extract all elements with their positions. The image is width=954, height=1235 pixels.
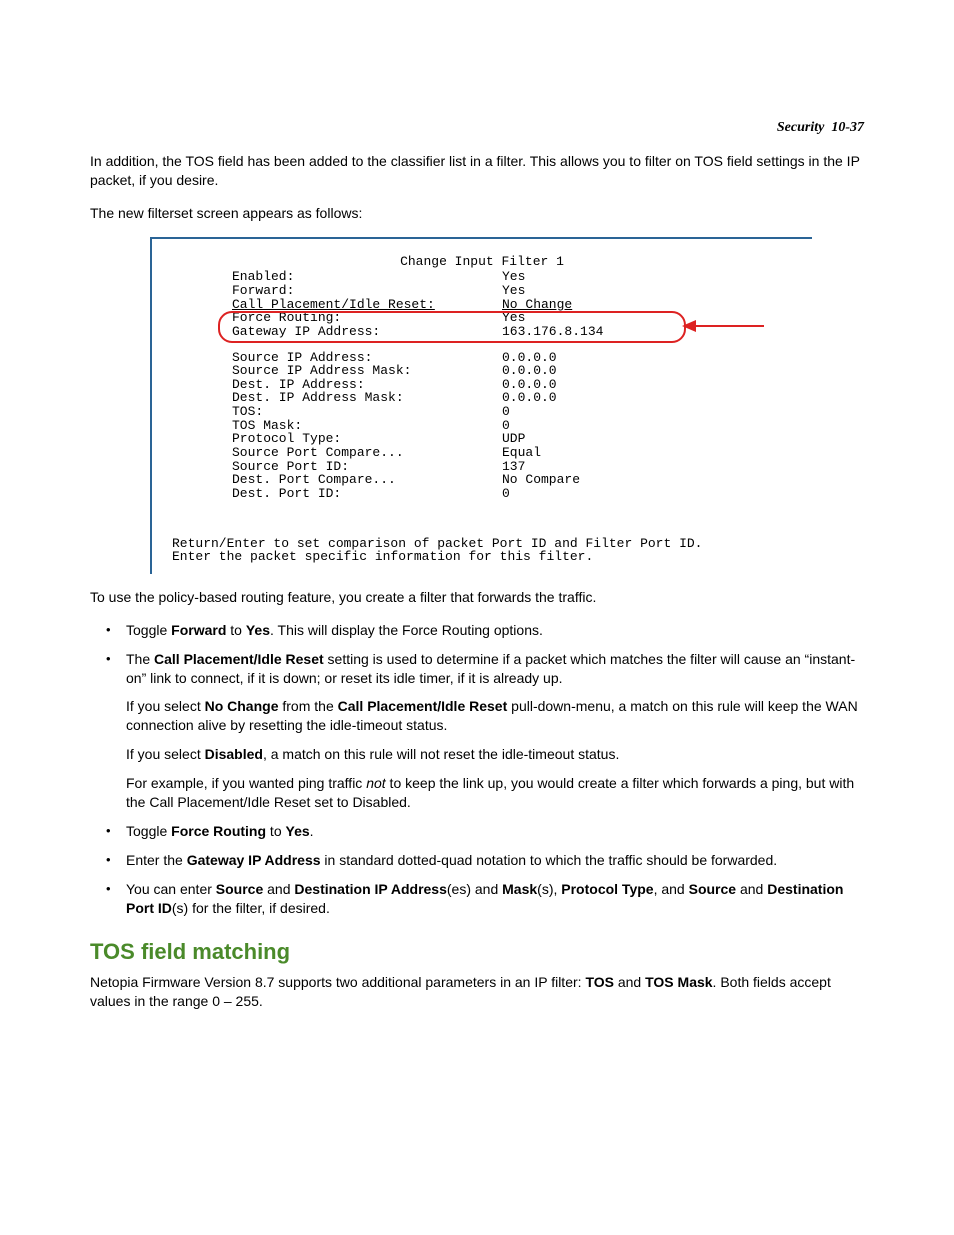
terminal-row: Protocol Type:UDP <box>162 432 802 446</box>
terminal-field-value: 0 <box>502 487 510 501</box>
terminal-row: Source IP Address:0.0.0.0 <box>162 351 802 365</box>
page-header: Security 10-37 <box>90 120 864 136</box>
terminal-field-label: Source IP Address: <box>232 351 502 365</box>
sub-example: For example, if you wanted ping traffic … <box>126 774 864 812</box>
terminal-field-value: 0.0.0.0 <box>502 378 557 392</box>
terminal-row: Dest. IP Address Mask:0.0.0.0 <box>162 391 802 405</box>
terminal-row: TOS:0 <box>162 405 802 419</box>
sub-disabled: If you select Disabled, a match on this … <box>126 745 864 764</box>
terminal-row: Source Port Compare...Equal <box>162 446 802 460</box>
terminal-field-value: Yes <box>502 284 525 298</box>
terminal-row: Dest. Port ID:0 <box>162 487 802 501</box>
terminal-field-label: Enabled: <box>232 270 502 284</box>
bullet-force-routing: Toggle Force Routing to Yes. <box>90 822 864 841</box>
terminal-field-label: Forward: <box>232 284 502 298</box>
terminal-field-label: Source Port ID: <box>232 460 502 474</box>
terminal-screen: Change Input Filter 1 Enabled:YesForward… <box>150 237 812 574</box>
terminal-field-value: 0 <box>502 419 510 433</box>
intro-paragraph-2: The new filterset screen appears as foll… <box>90 204 864 223</box>
bullet-list-1: Toggle Forward to Yes. This will display… <box>90 621 864 918</box>
terminal-field-value: 0 <box>502 405 510 419</box>
terminal-field-value: UDP <box>502 432 525 446</box>
terminal-field-value: 163.176.8.134 <box>502 325 603 339</box>
terminal-field-label: Force Routing: <box>232 311 502 325</box>
terminal-row: Dest. Port Compare...No Compare <box>162 473 802 487</box>
terminal-field-value: No Change <box>502 298 572 312</box>
terminal-field-label: TOS Mask: <box>232 419 502 433</box>
section-tos-paragraph: Netopia Firmware Version 8.7 supports tw… <box>90 973 864 1011</box>
terminal-field-label: Call Placement/Idle Reset: <box>232 298 502 312</box>
terminal-field-value: Yes <box>502 311 525 325</box>
sub-no-change: If you select No Change from the Call Pl… <box>126 697 864 735</box>
bullet-forward: Toggle Forward to Yes. This will display… <box>90 621 864 640</box>
terminal-row: Source IP Address Mask:0.0.0.0 <box>162 364 802 378</box>
terminal-field-value: No Compare <box>502 473 580 487</box>
bullet-source-dest: You can enter Source and Destination IP … <box>90 880 864 918</box>
terminal-field-value: 0.0.0.0 <box>502 391 557 405</box>
document-page: Security 10-37 In addition, the TOS fiel… <box>0 0 954 1085</box>
terminal-row: Forward:Yes <box>162 284 802 298</box>
terminal-row: Force Routing:Yes <box>162 311 802 325</box>
header-page: 10-37 <box>831 120 864 135</box>
terminal-field-label: Protocol Type: <box>232 432 502 446</box>
terminal-footer: Return/Enter to set comparison of packet… <box>162 537 802 564</box>
terminal-field-value: 0.0.0.0 <box>502 351 557 365</box>
terminal-field-value: Equal <box>502 446 541 460</box>
terminal-field-label: Dest. IP Address: <box>232 378 502 392</box>
terminal-field-value: Yes <box>502 270 525 284</box>
header-section: Security <box>777 120 824 135</box>
intro-paragraph-1: In addition, the TOS field has been adde… <box>90 152 864 190</box>
terminal-field-label: Dest. IP Address Mask: <box>232 391 502 405</box>
after-terminal-paragraph: To use the policy-based routing feature,… <box>90 588 864 607</box>
terminal-row: Dest. IP Address:0.0.0.0 <box>162 378 802 392</box>
bullet-gateway-ip: Enter the Gateway IP Address in standard… <box>90 851 864 870</box>
terminal-row: Call Placement/Idle Reset:No Change <box>162 298 802 312</box>
terminal-row: Gateway IP Address:163.176.8.134 <box>162 325 802 339</box>
terminal-field-label: Source IP Address Mask: <box>232 364 502 378</box>
terminal-footer-line-2: Enter the packet specific information fo… <box>172 549 593 564</box>
terminal-field-label: Dest. Port ID: <box>232 487 502 501</box>
bullet-call-placement: The Call Placement/Idle Reset setting is… <box>90 650 864 812</box>
terminal-row: Source Port ID:137 <box>162 460 802 474</box>
terminal-field-label: Gateway IP Address: <box>232 325 502 339</box>
terminal-field-label: Source Port Compare... <box>232 446 502 460</box>
terminal-title: Change Input Filter 1 <box>162 255 802 269</box>
terminal-field-value: 137 <box>502 460 525 474</box>
terminal-field-label: Dest. Port Compare... <box>232 473 502 487</box>
terminal-field-value: 0.0.0.0 <box>502 364 557 378</box>
terminal-field-label: TOS: <box>232 405 502 419</box>
terminal-row: Enabled:Yes <box>162 270 802 284</box>
terminal-wrapper: Change Input Filter 1 Enabled:YesForward… <box>150 237 864 574</box>
terminal-row: TOS Mask:0 <box>162 419 802 433</box>
section-heading-tos: TOS field matching <box>90 939 864 965</box>
